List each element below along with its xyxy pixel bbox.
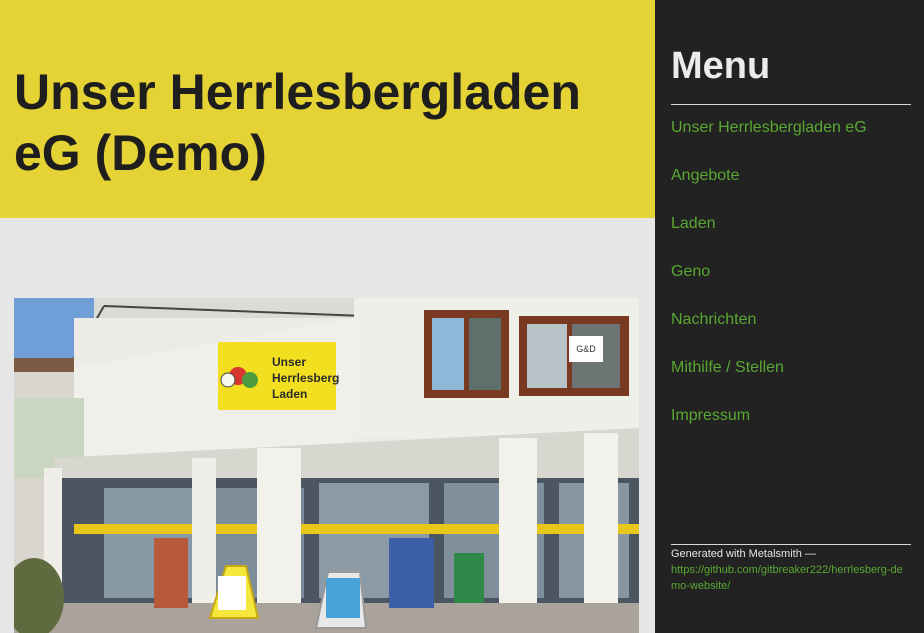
menu-item: Mithilfe / Stellen — [671, 358, 867, 406]
footer-text: Generated with Metalsmith — — [671, 548, 816, 560]
footer-repo-link[interactable]: https://github.com/gitbreaker222/herrles… — [671, 564, 903, 592]
sidebar: Menu Unser Herrlesbergladen eG Angebote … — [655, 0, 924, 633]
site-title: Unser Herrlesbergladen eG (Demo) — [14, 64, 581, 181]
menu-title: Menu — [671, 45, 771, 87]
menu-link-angebote[interactable]: Angebote — [671, 166, 740, 186]
menu-link-home[interactable]: Unser Herrlesbergladen eG — [671, 118, 867, 138]
main-content: Unser Herrlesbergladen eG (Demo) G&D Uns… — [0, 0, 655, 633]
menu-link-laden[interactable]: Laden — [671, 214, 716, 234]
menu-item: Geno — [671, 262, 867, 310]
menu-link-mithilfe[interactable]: Mithilfe / Stellen — [671, 358, 784, 378]
store-photo: G&D Unser Herrlesberg Laden — [14, 298, 639, 633]
sidebar-footer: Generated with Metalsmith — https://gith… — [671, 546, 911, 594]
menu-link-nachrichten[interactable]: Nachrichten — [671, 310, 756, 330]
site-header: Unser Herrlesbergladen eG (Demo) — [0, 0, 655, 218]
menu-item: Laden — [671, 214, 867, 262]
sign-line-1: Unser — [272, 355, 306, 369]
menu-list: Unser Herrlesbergladen eG Angebote Laden… — [671, 118, 867, 454]
sign-line-3: Laden — [272, 387, 307, 401]
window-sticker: G&D — [576, 344, 596, 354]
menu-item: Impressum — [671, 406, 867, 454]
menu-item: Nachrichten — [671, 310, 867, 358]
footer-divider — [671, 544, 911, 545]
menu-link-impressum[interactable]: Impressum — [671, 406, 750, 426]
menu-divider — [671, 104, 911, 105]
sign-line-2: Herrlesberg — [272, 371, 339, 385]
menu-item: Unser Herrlesbergladen eG — [671, 118, 867, 166]
menu-link-geno[interactable]: Geno — [671, 262, 710, 282]
menu-item: Angebote — [671, 166, 867, 214]
